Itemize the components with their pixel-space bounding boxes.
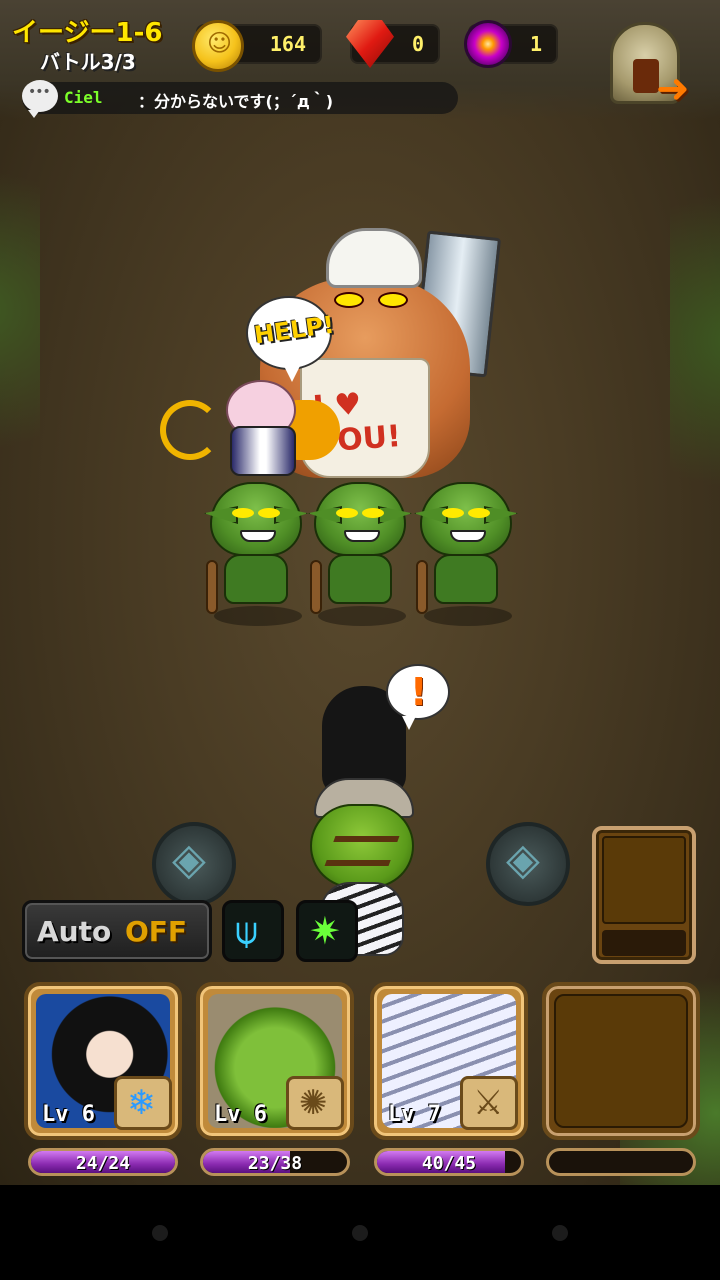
ruby-icon xyxy=(346,20,394,68)
level-label: Lv 7 xyxy=(388,1102,441,1127)
exit-arrow-icon: ➜ xyxy=(656,66,690,112)
goblin-head xyxy=(414,482,518,556)
exit-dungeon-button[interactable]: ➜ xyxy=(604,18,700,112)
foliage xyxy=(0,120,40,500)
ice-shard-icon: ❄ xyxy=(127,1083,156,1123)
stage-title: イージー1-6 xyxy=(12,18,163,48)
chat-sender: Ciel xyxy=(64,88,103,107)
gold-coin-icon xyxy=(192,20,244,72)
slot-bar xyxy=(602,930,686,956)
level-label: Lv 6 xyxy=(42,1102,95,1127)
nav-recent-button[interactable] xyxy=(552,1225,568,1241)
chat-message: ：分からないです(；´д｀) xyxy=(138,92,334,111)
ear xyxy=(484,506,518,524)
club-icon xyxy=(310,560,322,614)
eye xyxy=(336,508,358,518)
chef-hat xyxy=(326,228,422,288)
party-card-tiger[interactable]: Lv 7 ⚔ xyxy=(370,982,528,1140)
party-card-empty[interactable] xyxy=(542,982,700,1140)
goblin-head xyxy=(204,482,308,556)
mouth xyxy=(344,530,380,542)
hp-bar: 40/45 xyxy=(374,1148,524,1176)
spawn-pad xyxy=(152,822,236,906)
orb-counter: 1 xyxy=(464,20,558,68)
goblin-torso xyxy=(434,554,498,604)
goblin-torso xyxy=(224,554,288,604)
blue-shield-icon: ⍦ xyxy=(235,909,258,953)
level-label: Lv 6 xyxy=(214,1102,267,1127)
exclamation-icon: ! xyxy=(410,670,428,714)
hp-text: 23/38 xyxy=(247,1153,303,1174)
crescent-staff-icon xyxy=(160,400,220,460)
goblin-enemy[interactable] xyxy=(300,476,420,626)
auto-label: Auto xyxy=(37,915,112,948)
shield-skill-button[interactable]: ⍦ xyxy=(222,900,284,962)
auto-battle-toggle[interactable]: Auto OFF xyxy=(22,900,212,962)
empty-item-slot[interactable] xyxy=(592,826,696,964)
captive-hair xyxy=(290,400,340,460)
skill-badge: ✺ xyxy=(286,1076,344,1130)
auto-state: OFF xyxy=(125,915,188,948)
goblin-enemy[interactable] xyxy=(406,476,526,626)
eye xyxy=(442,508,464,518)
hp-bar: 24/24 xyxy=(28,1148,178,1176)
eye xyxy=(232,508,254,518)
nav-home-button[interactable] xyxy=(352,1225,368,1241)
mouth xyxy=(240,530,276,542)
sword-ring-icon: ⚔ xyxy=(473,1083,504,1123)
orb-value: 1 xyxy=(529,32,542,56)
nav-back-button[interactable] xyxy=(152,1225,168,1241)
hp-bar: 23/38 xyxy=(200,1148,350,1176)
mouth xyxy=(450,530,486,542)
gold-value: 164 xyxy=(269,32,306,56)
goblin-enemy[interactable] xyxy=(196,476,316,626)
club-icon xyxy=(206,560,218,614)
captive-robe xyxy=(230,426,296,476)
spawn-pad xyxy=(486,822,570,906)
goblin-head xyxy=(308,482,412,556)
eye xyxy=(362,508,384,518)
shadow xyxy=(318,606,406,626)
battle-progress: バトル3/3 xyxy=(40,50,136,74)
ruby-counter: 0 xyxy=(346,20,440,68)
party-card-kunoichi[interactable]: Lv 6 ❄ xyxy=(24,982,182,1140)
hp-bar-empty xyxy=(546,1148,696,1176)
help-speech-bubble: HELP! xyxy=(246,296,336,382)
empty-portrait xyxy=(554,994,688,1128)
skill-badge: ❄ xyxy=(114,1076,172,1130)
club-icon xyxy=(416,560,428,614)
burst-skill-button[interactable]: ✷ xyxy=(296,900,358,962)
battle-scene: イージー1-6 バトル3/3 164 0 1 Ciel ：分からないです(；´д… xyxy=(0,0,720,1185)
strap xyxy=(324,836,400,866)
magic-orb-icon xyxy=(464,20,512,68)
skill-badge: ⚔ xyxy=(460,1076,518,1130)
shadow xyxy=(424,606,512,626)
chat-bubble-icon xyxy=(22,80,58,118)
ogre-eyes xyxy=(326,292,416,312)
eye xyxy=(258,508,280,518)
green-burst-icon: ✷ xyxy=(309,909,341,953)
help-text: HELP! xyxy=(252,310,336,350)
system-nav-bar xyxy=(0,1185,720,1280)
shadow xyxy=(214,606,302,626)
hp-text: 40/45 xyxy=(421,1153,477,1174)
hp-text: 24/24 xyxy=(75,1153,131,1174)
slot-inner xyxy=(602,836,686,924)
captive-character xyxy=(160,370,340,480)
foliage xyxy=(670,140,720,540)
party-card-orc[interactable]: Lv 6 ✺ xyxy=(196,982,354,1140)
gold-counter: 164 xyxy=(192,20,322,72)
ruby-value: 0 xyxy=(411,32,424,56)
alert-speech-bubble: ! xyxy=(386,664,450,730)
eye xyxy=(468,508,490,518)
chat-ticker[interactable]: Ciel ：分からないです(；´д｀) xyxy=(22,80,458,118)
goblin-torso xyxy=(328,554,392,604)
spike-burst-icon: ✺ xyxy=(299,1083,328,1123)
